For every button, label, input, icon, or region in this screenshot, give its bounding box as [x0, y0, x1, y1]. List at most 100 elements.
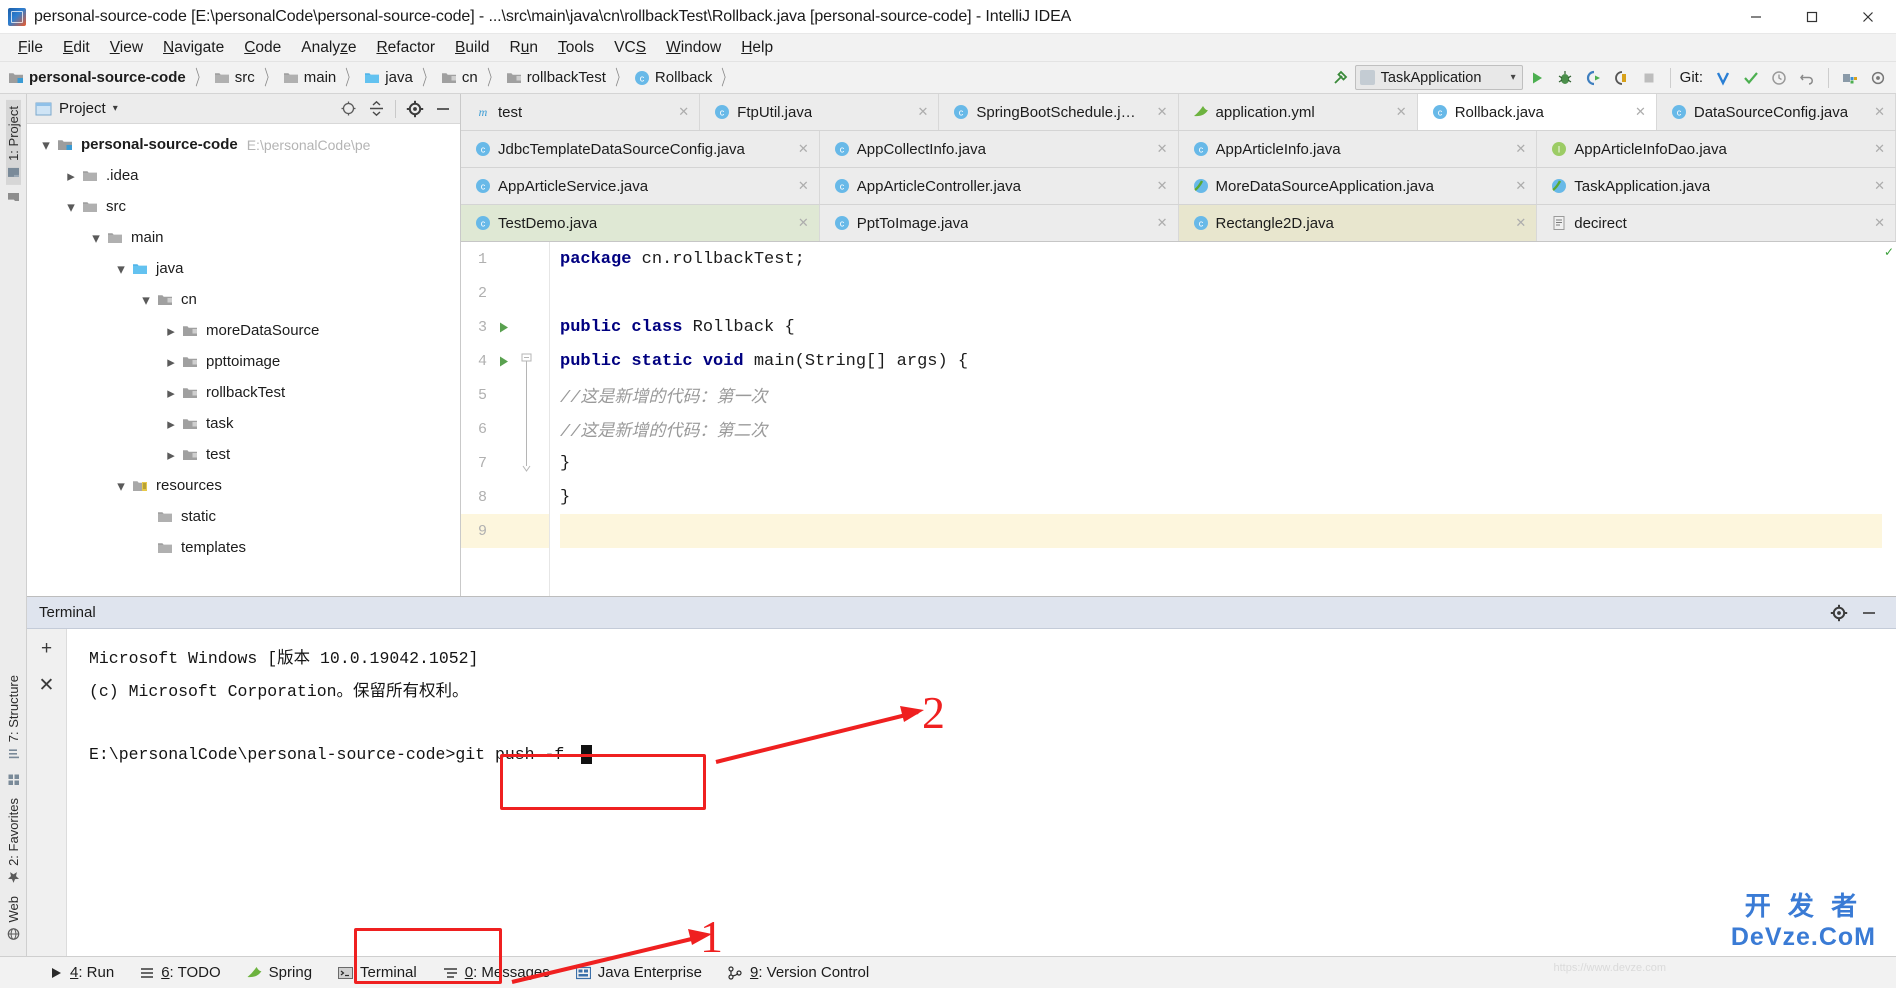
menu-item-run[interactable]: Run [500, 37, 548, 59]
gutter-line-4[interactable]: 4 [461, 344, 549, 378]
status-bar-item-spring[interactable]: Spring [234, 957, 325, 988]
breadcrumb-item-main[interactable]: main [283, 69, 336, 86]
sidebar-item-structure[interactable]: 7: Structure [6, 669, 21, 766]
code-line-2[interactable] [560, 276, 1882, 310]
close-icon[interactable]: ✕ [1868, 178, 1885, 194]
hammer-icon[interactable] [1327, 65, 1355, 91]
close-icon[interactable]: ✕ [1151, 178, 1168, 194]
editor-tab-apparticleservice-java[interactable]: c AppArticleService.java ✕ [461, 168, 820, 204]
chevron-right-icon[interactable]: ▸ [160, 322, 182, 340]
menu-item-window[interactable]: Window [656, 37, 731, 59]
hide-icon[interactable] [1856, 600, 1882, 626]
tree-node-rollbacktest[interactable]: ▸ rollbackTest [27, 377, 460, 408]
tree-node-main[interactable]: ▾ main [27, 222, 460, 253]
close-icon[interactable]: ✕ [1390, 104, 1407, 120]
rollback-icon[interactable] [1793, 65, 1821, 91]
close-icon[interactable]: ✕ [1151, 141, 1168, 157]
close-icon[interactable]: ✕ [1868, 215, 1885, 231]
editor-tab-taskapplication-java[interactable]: TaskApplication.java ✕ [1537, 168, 1896, 204]
debug-icon[interactable] [1551, 65, 1579, 91]
history-icon[interactable] [1765, 65, 1793, 91]
status-bar-item-java-enterprise[interactable]: Java Enterprise [563, 957, 715, 988]
close-icon[interactable]: ✕ [1509, 178, 1526, 194]
breadcrumb-item-personal-source-code[interactable]: personal-source-code [8, 69, 186, 86]
status-bar-item-4-run[interactable]: 4: Run [36, 957, 127, 988]
gutter-line-9[interactable]: 9 [461, 514, 549, 548]
tree-node-resources[interactable]: ▾ resources [27, 470, 460, 501]
gutter-line-8[interactable]: 8 [461, 480, 549, 514]
settings-icon[interactable] [1864, 65, 1892, 91]
gutter-line-1[interactable]: 1 [461, 242, 549, 276]
chevron-down-icon[interactable]: ▾ [85, 229, 107, 247]
chevron-down-icon[interactable]: ▾ [110, 477, 132, 495]
hide-icon[interactable] [430, 96, 456, 122]
sidebar-item-folder[interactable] [7, 185, 20, 210]
code-line-7[interactable]: } [560, 446, 1882, 480]
gutter-line-6[interactable]: 6 [461, 412, 549, 446]
close-icon[interactable]: ✕ [1509, 215, 1526, 231]
status-bar-item-terminal[interactable]: Terminal [325, 957, 430, 988]
menu-item-refactor[interactable]: Refactor [366, 37, 445, 59]
minimize-icon[interactable] [1728, 0, 1784, 34]
menu-item-code[interactable]: Code [234, 37, 291, 59]
gear-icon[interactable] [1826, 600, 1852, 626]
editor-tab-springbootschedule-java[interactable]: c SpringBootSchedule.java ✕ [939, 94, 1179, 130]
run-with-coverage-icon[interactable] [1579, 65, 1607, 91]
tree-node-ppttoimage[interactable]: ▸ ppttoimage [27, 346, 460, 377]
editor-tab-ppttoimage-java[interactable]: c PptToImage.java ✕ [819, 205, 1179, 241]
run-gutter-icon[interactable] [496, 320, 511, 335]
editor-tab-application-yml[interactable]: application.yml ✕ [1178, 94, 1418, 130]
code-editor[interactable]: 1 2 3 4 5 6 7 8 9 package cn.rollbackTest; publi… [461, 242, 1896, 596]
profile-icon[interactable] [1607, 65, 1635, 91]
code-line-6[interactable]: //这是新增的代码：第二次 [560, 412, 1882, 446]
sidebar-item-project[interactable]: 1: Project [5, 100, 21, 185]
gutter-line-7[interactable]: 7 [461, 446, 549, 480]
chevron-right-icon[interactable]: ▸ [160, 415, 182, 433]
tree-node-cn[interactable]: ▾ cn [27, 284, 460, 315]
breadcrumb-item-rollbacktest[interactable]: rollbackTest [506, 69, 606, 86]
editor-tab-jdbctemplatedatasourceconfig-java[interactable]: c JdbcTemplateDataSourceConfig.java ✕ [461, 131, 820, 167]
breadcrumb-item-rollback[interactable]: c Rollback [634, 69, 712, 86]
chevron-down-icon[interactable]: ▾ [110, 260, 132, 278]
tree-node-test[interactable]: ▸ test [27, 439, 460, 470]
status-bar-item-0-messages[interactable]: 0: Messages [430, 957, 563, 988]
close-icon[interactable]: ✕ [672, 104, 689, 120]
sidebar-item-web[interactable]: Web [6, 890, 21, 947]
close-icon[interactable]: ✕ [1151, 215, 1168, 231]
chevron-down-icon[interactable]: ▾ [135, 291, 157, 309]
plus-icon[interactable]: + [33, 635, 61, 663]
stop-icon[interactable] [1635, 65, 1663, 91]
editor-tab-rollback-java[interactable]: c Rollback.java ✕ [1417, 94, 1657, 130]
maximize-icon[interactable] [1784, 0, 1840, 34]
close-icon[interactable]: ✕ [1509, 141, 1526, 157]
chevron-right-icon[interactable]: ▸ [160, 384, 182, 402]
status-bar-item-6-todo[interactable]: 6: TODO [127, 957, 233, 988]
run-gutter-icon[interactable] [496, 354, 511, 369]
breadcrumb-item-src[interactable]: src [214, 69, 255, 86]
editor-tab-ftputil-java[interactable]: c FtpUtil.java ✕ [700, 94, 940, 130]
editor-tab-test[interactable]: m test ✕ [461, 94, 701, 130]
gear-icon[interactable] [402, 96, 428, 122]
menu-item-view[interactable]: View [100, 37, 153, 59]
gutter-line-3[interactable]: 3 [461, 310, 549, 344]
terminal-body[interactable]: + ✕ Microsoft Windows [版本 10.0.19042.105… [27, 629, 1896, 956]
tree-node--idea[interactable]: ▸ .idea [27, 160, 460, 191]
editor-tab-apparticleinfodao-java[interactable]: I AppArticleInfoDao.java ✕ [1537, 131, 1896, 167]
tree-node-templates[interactable]: templates [27, 532, 460, 563]
editor-gutter[interactable]: 1 2 3 4 5 6 7 8 9 [461, 242, 549, 596]
menu-item-help[interactable]: Help [731, 37, 783, 59]
chevron-down-icon[interactable]: ▾ [113, 103, 118, 114]
tree-node-static[interactable]: static [27, 501, 460, 532]
editor-tab-datasourceconfig-java[interactable]: c DataSourceConfig.java ✕ [1656, 94, 1896, 130]
chevron-down-icon[interactable]: ▾ [60, 198, 82, 216]
editor-tab-apparticlecontroller-java[interactable]: c AppArticleController.java ✕ [819, 168, 1179, 204]
close-icon[interactable]: ✕ [792, 215, 809, 231]
update-project-icon[interactable] [1709, 65, 1737, 91]
chevron-right-icon[interactable]: ▸ [160, 446, 182, 464]
menu-item-vcs[interactable]: VCS [604, 37, 656, 59]
gutter-line-5[interactable]: 5 [461, 378, 549, 412]
tree-node-personal-source-code[interactable]: ▾ personal-source-code E:\personalCode\pe [27, 129, 460, 160]
terminal-output[interactable]: Microsoft Windows [版本 10.0.19042.1052] (c… [67, 629, 1896, 956]
chevron-right-icon[interactable]: ▸ [60, 167, 82, 185]
chevron-right-icon[interactable]: ▸ [160, 353, 182, 371]
